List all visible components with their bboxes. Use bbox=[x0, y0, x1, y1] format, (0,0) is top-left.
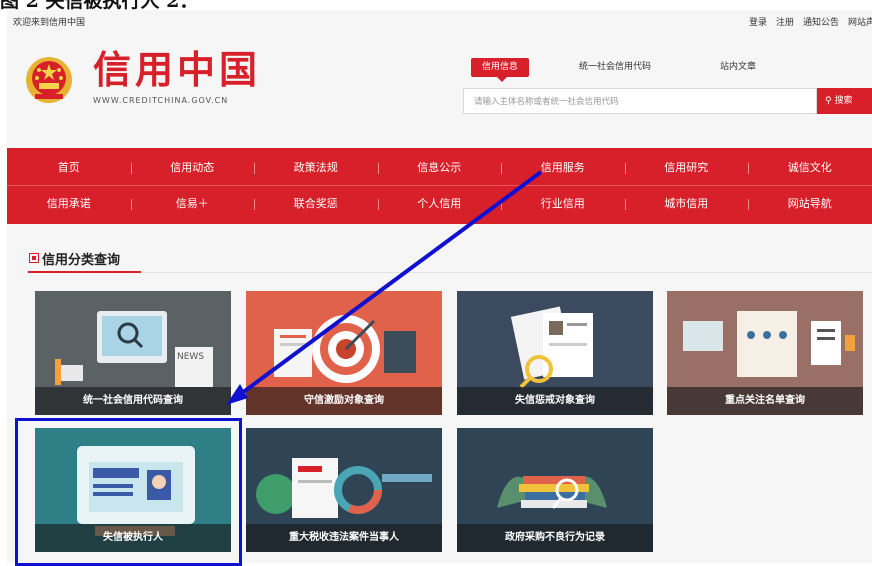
card-gov-procurement-record[interactable]: 政府采购不良行为记录 bbox=[457, 428, 653, 552]
nav-item-credit-commitment[interactable]: 信用承诺 bbox=[7, 186, 131, 222]
section-divider-accent bbox=[28, 271, 141, 273]
news-label: NEWS bbox=[177, 352, 204, 362]
main-nav: 首页 信用动态 政策法规 信息公示 信用服务 信用研究 诚信文化 信用承诺 信易… bbox=[7, 148, 872, 224]
main-nav-row-2: 信用承诺 信易＋ 联合奖惩 个人信用 行业信用 城市信用 网站导航 bbox=[7, 186, 872, 222]
nav-item-credit-news[interactable]: 信用动态 bbox=[130, 150, 255, 186]
nav-item-credit-research[interactable]: 信用研究 bbox=[624, 150, 749, 186]
welcome-text: 欢迎来到信用中国 bbox=[13, 18, 86, 28]
tab-site-articles[interactable]: 站内文章 bbox=[709, 58, 767, 77]
section-icon bbox=[29, 253, 39, 263]
card-dishonest-discipline-query[interactable]: 失信惩戒对象查询 bbox=[457, 291, 653, 415]
card-label: 失信惩戒对象查询 bbox=[457, 387, 653, 415]
site-logo-title[interactable]: 信用中国 bbox=[93, 48, 261, 92]
login-link[interactable]: 登录 bbox=[749, 15, 767, 28]
main-nav-row-1: 首页 信用动态 政策法规 信息公示 信用服务 信用研究 诚信文化 bbox=[7, 150, 872, 186]
nav-item-home[interactable]: 首页 bbox=[7, 150, 131, 186]
national-emblem-icon bbox=[26, 57, 72, 103]
tab-unified-code[interactable]: 统一社会信用代码 bbox=[568, 58, 662, 77]
notice-link[interactable]: 通知公告 bbox=[803, 15, 839, 28]
nav-item-industry-credit[interactable]: 行业信用 bbox=[501, 186, 625, 222]
card-unified-code-query[interactable]: NEWS 统一社会信用代码查询 bbox=[35, 291, 231, 415]
search-button-label: 搜索 bbox=[834, 96, 853, 106]
site-logo-url: WWW.CREDITCHINA.GOV.CN bbox=[93, 96, 229, 105]
card-label: 政府采购不良行为记录 bbox=[457, 524, 653, 552]
tab-credit-info[interactable]: 信用信息 bbox=[471, 58, 530, 82]
card-major-tax-violation[interactable]: 重大税收违法案件当事人 bbox=[246, 428, 442, 552]
statement-link[interactable]: 网站声明 bbox=[848, 15, 872, 28]
nav-item-xinyi-plus[interactable]: 信易＋ bbox=[130, 186, 255, 222]
nav-item-policy[interactable]: 政策法规 bbox=[254, 150, 378, 186]
card-label: 守信激励对象查询 bbox=[246, 387, 442, 415]
search-tabs: 信用信息 统一社会信用代码 站内文章 bbox=[463, 58, 863, 82]
annotation-highlight-box bbox=[15, 418, 242, 566]
nav-item-city-credit[interactable]: 城市信用 bbox=[624, 186, 749, 222]
nav-item-integrity-culture[interactable]: 诚信文化 bbox=[748, 150, 872, 186]
nav-item-joint-rewards[interactable]: 联合奖惩 bbox=[254, 186, 378, 222]
search-icon: ⚲ bbox=[825, 96, 832, 106]
card-label: 重点关注名单查询 bbox=[667, 387, 863, 415]
card-trust-incentive-query[interactable]: 守信激励对象查询 bbox=[246, 291, 442, 415]
card-label: 统一社会信用代码查询 bbox=[35, 387, 231, 415]
search-input[interactable]: 请输入主体名称或者统一社会信用代码 bbox=[463, 88, 817, 114]
nav-item-personal-credit[interactable]: 个人信用 bbox=[377, 186, 502, 222]
section-title: 信用分类查询 bbox=[42, 253, 121, 268]
card-key-attention-query[interactable]: 重点关注名单查询 bbox=[667, 291, 863, 415]
card-label: 重大税收违法案件当事人 bbox=[246, 524, 442, 552]
nav-item-credit-service[interactable]: 信用服务 bbox=[501, 150, 625, 186]
register-link[interactable]: 注册 bbox=[776, 15, 794, 28]
nav-item-disclosure[interactable]: 信息公示 bbox=[377, 150, 502, 186]
search-button[interactable]: ⚲ 搜索 bbox=[817, 88, 872, 114]
section-divider bbox=[28, 272, 872, 273]
top-bar: 欢迎来到信用中国 登录 注册 通知公告 网站声明 bbox=[7, 10, 872, 30]
nav-item-site-map[interactable]: 网站导航 bbox=[748, 186, 872, 222]
top-links: 登录 注册 通知公告 网站声明 bbox=[749, 15, 872, 28]
